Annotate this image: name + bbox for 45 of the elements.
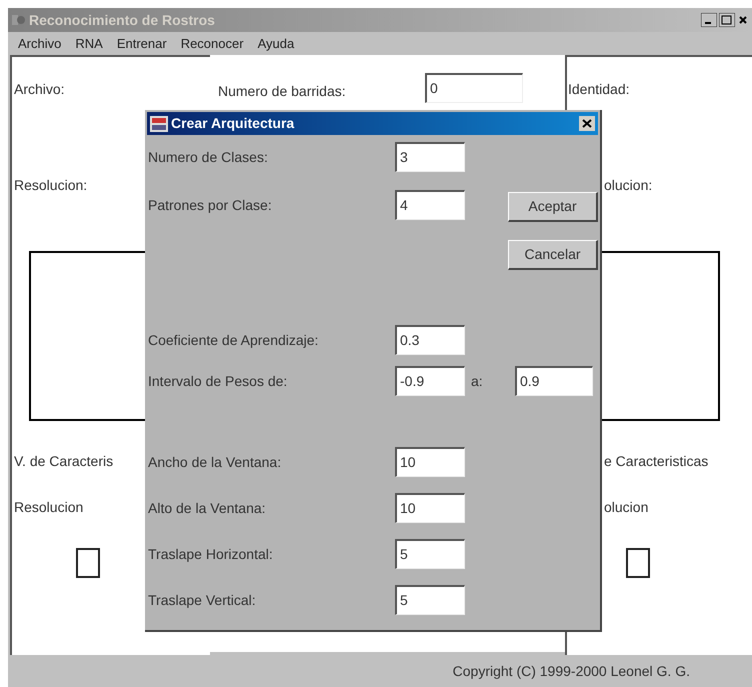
sweeps-label: Numero de barridas:: [218, 82, 347, 101]
status-text: Copyright (C) 1999-2000 Leonel G. G.: [452, 662, 690, 681]
text-field[interactable]: 5: [395, 539, 465, 569]
dialog-button[interactable]: Aceptar: [508, 192, 598, 222]
text-field[interactable]: 10: [395, 447, 465, 477]
field-label: Ancho de la Ventana:: [148, 452, 282, 472]
menu-item[interactable]: RNA: [75, 34, 103, 54]
panel-label: Resolucion: [14, 498, 84, 517]
small-frame: [76, 548, 100, 578]
text-field[interactable]: -0.9: [395, 366, 465, 396]
field-label: Intervalo de Pesos de:: [148, 372, 288, 390]
panel-label: e Caracteristicas: [604, 452, 710, 471]
field-label: Numero de Clases:: [148, 148, 269, 166]
panel-label: olucion: [604, 498, 650, 517]
field-label: Coeficiente de Aprendizaje:: [148, 330, 320, 350]
menu-item[interactable]: Entrenar: [116, 34, 167, 54]
close-icon[interactable]: [579, 116, 595, 131]
menu-item[interactable]: Reconocer: [180, 34, 244, 54]
field-label: Traslape Vertical:: [148, 590, 257, 610]
dialog-icon: [150, 116, 168, 132]
text-field[interactable]: 0.9: [515, 366, 593, 396]
maximize-icon[interactable]: [719, 13, 735, 27]
panel-label: olucion:: [604, 176, 654, 195]
text-field[interactable]: 10: [395, 493, 465, 523]
panel-label: Identidad:: [568, 80, 630, 99]
window-title: Reconocimiento de Rostros: [29, 10, 215, 30]
minimize-icon[interactable]: [701, 13, 717, 27]
text-field[interactable]: 3: [395, 142, 465, 172]
text-field[interactable]: 5: [395, 585, 465, 615]
small-frame: [626, 548, 650, 578]
panel-label: V. de Caracteris: [14, 452, 114, 471]
menu-item[interactable]: Ayuda: [258, 34, 294, 54]
field-label: Traslape Horizontal:: [148, 544, 274, 564]
field-label: Alto de la Ventana:: [148, 498, 267, 518]
text-field[interactable]: 0: [425, 73, 523, 103]
panel-label: Archivo:: [14, 80, 65, 99]
text-field[interactable]: 4: [395, 190, 465, 220]
app-icon: [11, 13, 27, 27]
dialog-button[interactable]: Cancelar: [508, 240, 598, 270]
menu-item[interactable]: Archivo: [18, 34, 62, 54]
field-label: Patrones por Clase:: [148, 196, 273, 215]
text-field[interactable]: 0.3: [395, 325, 465, 355]
dialog-title: Crear Arquitectura: [171, 114, 294, 133]
panel-label: Resolucion:: [14, 176, 88, 195]
range-separator: a:: [471, 372, 484, 390]
